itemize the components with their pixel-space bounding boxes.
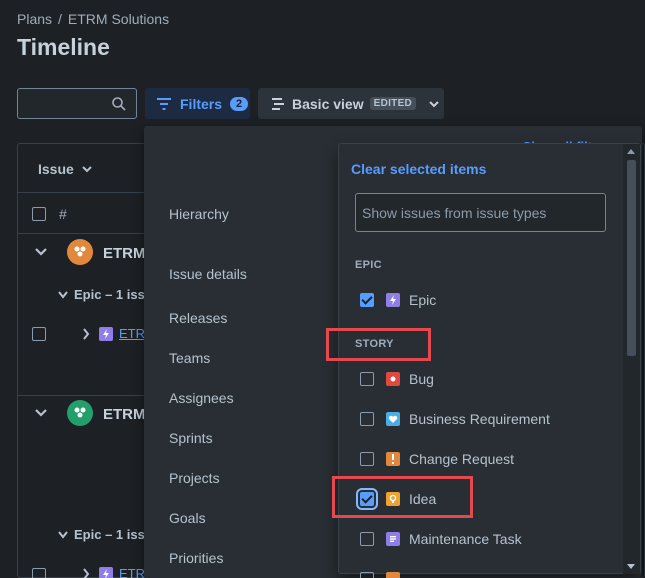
option-label: Epic [409, 292, 437, 308]
issue-type-search-input[interactable]: Show issues from issue types [355, 193, 606, 232]
view-settings-button[interactable]: Basic view EDITED [258, 88, 444, 119]
group-name[interactable]: ETRM [103, 406, 146, 423]
option-label: Maintenance Task [409, 531, 522, 547]
change-request-icon [386, 452, 400, 466]
filter-category-assignees[interactable]: Assignees [169, 390, 234, 406]
view-settings-icon [272, 97, 284, 110]
chevron-right-icon[interactable] [82, 568, 90, 578]
group-name[interactable]: ETRM [103, 245, 146, 262]
divider [18, 395, 148, 396]
filter-category-hierarchy[interactable]: Hierarchy [169, 206, 229, 222]
partial-option-icon [386, 572, 400, 578]
chevron-down-icon [82, 165, 92, 172]
maintenance-task-checkbox[interactable] [360, 532, 374, 546]
clear-selected-button[interactable]: Clear selected items [351, 161, 486, 177]
chevron-down-icon[interactable] [35, 408, 47, 418]
option-bug[interactable]: Bug [360, 371, 434, 387]
row-checkbox[interactable] [32, 327, 46, 341]
issue-link[interactable]: ETR [119, 566, 145, 578]
team-icon [74, 246, 86, 257]
scroll-down-icon[interactable] [627, 564, 635, 569]
breadcrumb-plans[interactable]: Plans [17, 11, 52, 27]
hash-column-header: # [59, 206, 67, 222]
option-idea[interactable]: Idea [356, 488, 437, 510]
business-requirement-checkbox[interactable] [360, 412, 374, 426]
chevron-down-icon[interactable] [58, 291, 68, 299]
change-request-checkbox[interactable] [360, 452, 374, 466]
search-input[interactable] [17, 88, 137, 119]
filter-category-teams[interactable]: Teams [169, 350, 210, 366]
idea-icon [386, 492, 400, 506]
issue-header-label: Issue [38, 160, 74, 177]
idea-checkbox[interactable] [356, 488, 378, 510]
search-icon [112, 97, 126, 111]
epic-checkbox[interactable] [360, 293, 374, 307]
bug-icon [386, 372, 400, 386]
avatar [67, 239, 93, 265]
breadcrumb-separator: / [58, 11, 62, 27]
epic-icon [99, 567, 113, 578]
filters-label: Filters [180, 95, 223, 112]
filters-count-badge: 2 [230, 96, 249, 111]
epic-icon [386, 293, 400, 307]
filter-icon [157, 97, 171, 110]
option-maintenance-task[interactable]: Maintenance Task [360, 531, 522, 547]
filter-category-goals[interactable]: Goals [169, 510, 206, 526]
chevron-right-icon[interactable] [82, 328, 90, 340]
select-all-checkbox[interactable] [32, 207, 46, 221]
epic-group-label: Epic – 1 issu [74, 287, 153, 302]
scrollbar-thumb[interactable] [627, 160, 636, 356]
scroll-up-icon[interactable] [627, 149, 635, 154]
avatar [67, 400, 93, 426]
option-business-requirement[interactable]: Business Requirement [360, 411, 550, 427]
breadcrumb: Plans / ETRM Solutions [17, 11, 169, 27]
filter-category-priorities[interactable]: Priorities [169, 550, 223, 566]
maintenance-task-icon [386, 532, 400, 546]
filter-category-releases[interactable]: Releases [169, 310, 227, 326]
view-label: Basic view [292, 95, 364, 112]
row-checkbox[interactable] [32, 568, 46, 578]
option-label: Bug [409, 371, 434, 387]
option-label: Change Request [409, 451, 515, 467]
issue-column-header[interactable]: Issue [18, 145, 148, 193]
filter-category-projects[interactable]: Projects [169, 470, 220, 486]
chevron-down-icon [429, 100, 439, 107]
epic-group-label: Epic – 1 issu [74, 527, 153, 542]
partial-option-checkbox[interactable] [360, 572, 374, 578]
page-title: Timeline [17, 34, 110, 60]
section-heading-epic: EPIC [355, 259, 382, 271]
option-label: Idea [409, 491, 437, 507]
option-change-request[interactable]: Change Request [360, 451, 514, 467]
filter-category-sprints[interactable]: Sprints [169, 430, 213, 446]
issue-link[interactable]: ETR [119, 326, 145, 341]
breadcrumb-project[interactable]: ETRM Solutions [68, 11, 169, 27]
section-heading-story: STORY [355, 338, 394, 350]
filters-button[interactable]: Filters 2 [145, 88, 250, 119]
dropdown-scrollbar[interactable] [623, 144, 640, 574]
bug-checkbox[interactable] [360, 372, 374, 386]
option-label: Business Requirement [409, 411, 550, 427]
chevron-down-icon[interactable] [35, 247, 47, 257]
filter-category-issue-details[interactable]: Issue details [169, 266, 247, 282]
epic-icon [99, 327, 113, 341]
business-requirement-icon [386, 412, 400, 426]
team-icon [74, 407, 86, 418]
edited-badge: EDITED [369, 97, 417, 110]
chevron-down-icon[interactable] [58, 531, 68, 539]
option-epic[interactable]: Epic [360, 292, 436, 308]
